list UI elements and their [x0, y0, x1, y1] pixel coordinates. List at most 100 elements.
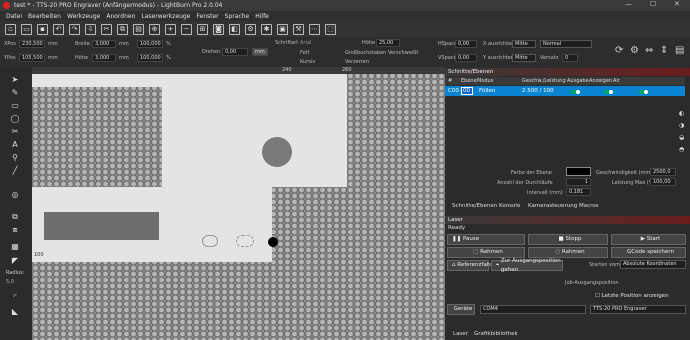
layer-mode[interactable]: Füllen — [479, 88, 495, 94]
rotate-field[interactable]: 0,00 — [222, 48, 248, 56]
save-icon[interactable]: ▪ — [37, 23, 48, 35]
layer-row[interactable]: C00 00 Füllen 2.500 / 100 — [445, 86, 685, 96]
new-file-icon[interactable]: ▫ — [5, 23, 16, 35]
font-select[interactable]: Arial — [300, 40, 311, 46]
grid-array-icon[interactable]: ▦ — [10, 242, 20, 252]
vspace-field[interactable]: 0,00 — [455, 54, 477, 62]
tab-macros[interactable]: Macros — [579, 203, 599, 209]
tools-icon[interactable]: ✱ — [261, 23, 272, 35]
mirror-icon[interactable]: ⇔ — [645, 45, 653, 56]
radius-value[interactable]: 5,0 — [6, 279, 14, 285]
goto-origin-button[interactable]: ⌖ Zur Ausgangsposition gehen — [491, 258, 563, 273]
edit-nodes-icon[interactable]: ✂ — [10, 127, 20, 137]
minimize-icon[interactable]: — — [625, 0, 632, 8]
pause-button[interactable]: ❚❚ Pause — [447, 234, 525, 245]
zoom-fit-icon[interactable]: ⊕ — [149, 23, 160, 35]
width-field[interactable]: 3,000 — [92, 40, 116, 48]
devices-button[interactable]: Geräte — [447, 304, 475, 315]
gear-icon[interactable]: ⚙ — [630, 45, 639, 56]
layer-color-box[interactable] — [566, 167, 591, 176]
select-icon[interactable]: ➤ — [10, 75, 20, 85]
start-button[interactable]: ▶ Start — [611, 234, 686, 245]
menu-help[interactable]: Hilfe — [255, 13, 269, 20]
camera-icon[interactable]: ◙ — [213, 23, 224, 35]
caps-checkbox[interactable]: Großbuchstaben — [345, 50, 386, 56]
monitor-icon[interactable]: ▣ — [277, 23, 288, 35]
offset-icon[interactable]: ◎ — [10, 190, 20, 200]
maximize-icon[interactable]: ☐ — [650, 0, 656, 8]
workspace-canvas[interactable]: 100 — [32, 67, 445, 340]
interval-field[interactable]: 0,181 — [566, 188, 591, 196]
tab-laser[interactable]: Laser — [453, 331, 468, 337]
stop-button[interactable]: ■ Stopp — [528, 234, 608, 245]
menu-tools[interactable]: Werkzeuge — [67, 13, 100, 20]
height-pct-field[interactable]: 100,000 — [137, 54, 163, 62]
menu-language[interactable]: Sprache — [225, 13, 250, 20]
offset-field[interactable]: 0 — [562, 54, 578, 62]
start-from-select[interactable]: Absolute Koordinaten — [620, 260, 686, 269]
measure-icon[interactable]: ╱ — [10, 166, 20, 176]
show-toggle[interactable] — [603, 89, 613, 94]
yalign-select[interactable]: Mitte — [512, 54, 536, 62]
zoom-frame-icon[interactable]: ⊞ — [197, 23, 208, 35]
unit-toggle-button[interactable]: mm — [252, 48, 268, 56]
speed-field[interactable]: 2500,0 — [650, 168, 676, 176]
menu-laser-tools[interactable]: Laserwerkzeuge — [141, 13, 190, 20]
xalign-select[interactable]: Mitte — [512, 40, 536, 48]
passes-field[interactable]: 1 — [566, 178, 591, 186]
menu-window[interactable]: Fenster — [196, 13, 218, 20]
bold-checkbox[interactable]: Fett — [300, 50, 310, 56]
tab-library[interactable]: Grafikbibliothek — [474, 331, 518, 337]
redo-icon[interactable]: ↷ — [69, 23, 80, 35]
menu-arrange[interactable]: Anordnen — [106, 13, 135, 20]
tab-console[interactable]: Konsole — [499, 203, 520, 209]
zoom-out-icon[interactable]: − — [181, 23, 192, 35]
hspace-field[interactable]: 0,00 — [455, 40, 477, 48]
pen-icon[interactable]: ✎ — [10, 88, 20, 98]
chamfer-icon[interactable]: ◣ — [10, 307, 20, 317]
settings-icon[interactable]: ⚙ — [245, 23, 256, 35]
tab-camera[interactable]: Kamerasteuerung — [528, 203, 577, 209]
italic-checkbox[interactable]: Kursiv — [300, 59, 315, 65]
flip-icon[interactable]: ⇕ — [660, 45, 668, 56]
height-field[interactable]: 3,000 — [92, 54, 116, 62]
tab-cuts[interactable]: Schnitte/Ebenen — [452, 203, 497, 209]
layer-side-icon[interactable]: ◐ — [679, 110, 684, 117]
save-gcode-button[interactable]: GCode speichern — [611, 247, 686, 258]
frame-icon[interactable]: ⬚ — [325, 23, 336, 35]
close-icon[interactable]: ✕ — [674, 0, 680, 8]
last-position-checkbox[interactable]: ☐ Letzte Position anzeigen — [595, 293, 669, 299]
position-icon[interactable]: ⚲ — [10, 153, 20, 163]
align-icon[interactable]: ▤ — [675, 45, 684, 56]
air-toggle[interactable] — [638, 89, 648, 94]
ypos-field[interactable]: 105,500 — [19, 54, 45, 62]
distort-checkbox[interactable]: Verzerren — [345, 59, 369, 65]
paste-icon[interactable]: ▤ — [133, 23, 144, 35]
power-field[interactable]: 100,00 — [650, 178, 676, 186]
boolean-icon[interactable]: ⧉ — [10, 212, 20, 222]
open-file-icon[interactable]: ▭ — [21, 23, 32, 35]
layer-side-icon[interactable]: ◓ — [679, 146, 684, 153]
layer-side-icon[interactable]: ◒ — [679, 134, 684, 141]
width-pct-field[interactable]: 100,000 — [137, 40, 163, 48]
weld-icon[interactable]: ⧈ — [10, 225, 20, 235]
layer-side-icon[interactable]: ◑ — [679, 122, 684, 129]
machine-settings-icon[interactable]: ⚒ — [293, 23, 304, 35]
xpos-field[interactable]: 230,500 — [19, 40, 45, 48]
copy-icon[interactable]: ⧉ — [117, 23, 128, 35]
zoom-in-icon[interactable]: + — [165, 23, 176, 35]
text-mode-select[interactable]: Normal — [540, 40, 592, 48]
import-icon[interactable]: ⇩ — [85, 23, 96, 35]
image-trace-icon[interactable]: ◧ — [229, 23, 240, 35]
menu-edit[interactable]: Bearbeiten — [28, 13, 61, 20]
output-toggle[interactable] — [571, 89, 580, 94]
home-button[interactable]: ⌂ Referenzfahrt — [447, 260, 495, 271]
rectangle-icon[interactable]: ▭ — [10, 101, 20, 111]
menu-file[interactable]: Datei — [6, 13, 22, 20]
selected-dot-shape[interactable] — [268, 237, 278, 247]
corner-icon[interactable]: ◤ — [10, 256, 20, 266]
text-icon[interactable]: A — [10, 140, 20, 150]
corner-round-icon[interactable]: ◜ — [10, 292, 20, 302]
machine-select[interactable]: TTS-20 PRO Engraver — [590, 305, 686, 314]
rotate-tool-icon[interactable]: ⟳ — [615, 45, 623, 56]
